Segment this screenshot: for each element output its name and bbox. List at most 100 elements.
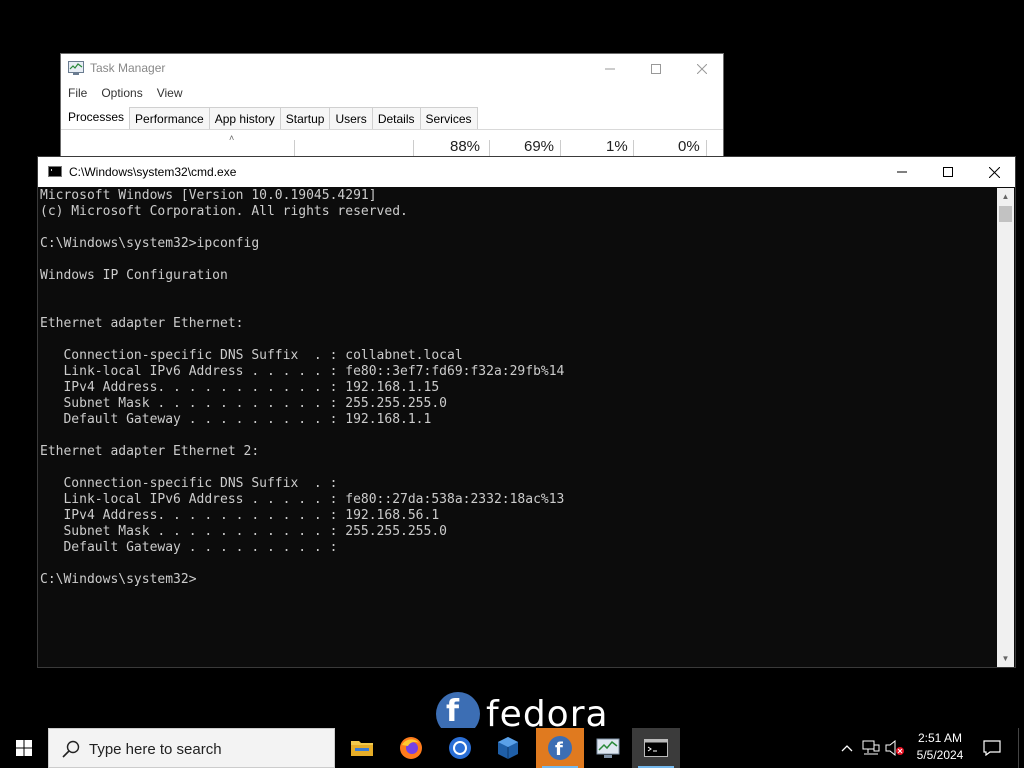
virtualbox-icon	[498, 737, 518, 759]
start-button[interactable]	[0, 728, 48, 768]
console-line: Link-local IPv6 Address . . . . . : fe80…	[40, 364, 565, 379]
console-line: Subnet Mask . . . . . . . . . . . : 255.…	[40, 524, 447, 539]
console-line: IPv4 Address. . . . . . . . . . . : 192.…	[40, 380, 440, 395]
cmd-title: C:\Windows\system32\cmd.exe	[69, 165, 237, 179]
console-line: Default Gateway . . . . . . . . . :	[40, 540, 338, 555]
svg-text:f: f	[555, 739, 563, 760]
scroll-up-arrow-icon[interactable]: ▲	[997, 188, 1014, 205]
console-line: Ethernet adapter Ethernet:	[40, 316, 244, 331]
maximize-button[interactable]	[633, 54, 679, 84]
memory-column-header[interactable]: 69%	[524, 138, 554, 155]
cmd-maximize-button[interactable]	[925, 157, 971, 187]
minimize-icon	[897, 171, 907, 173]
task-manager-tabs: Processes Performance App history Startu…	[62, 107, 478, 129]
task-manager-menu-bar: File Options View	[61, 84, 190, 106]
folder-icon	[351, 741, 373, 756]
taskbar-chrome[interactable]	[436, 728, 484, 768]
taskbar-search-box[interactable]: Type here to search	[48, 728, 335, 768]
cmd-icon	[48, 166, 62, 177]
clock-time: 2:51 AM	[917, 731, 963, 745]
task-manager-icon	[596, 738, 620, 758]
task-manager-window[interactable]: Task Manager File Options View Processes…	[60, 53, 724, 163]
firefox-icon	[400, 737, 422, 759]
close-icon	[697, 64, 707, 74]
volume-muted-icon	[885, 740, 904, 756]
menu-options[interactable]: Options	[94, 84, 149, 106]
console-line: Subnet Mask . . . . . . . . . . . : 255.…	[40, 396, 447, 411]
sort-chevron-icon: ˄	[229, 133, 235, 143]
action-center-button[interactable]	[978, 728, 1006, 768]
command-prompt-icon	[644, 739, 668, 757]
console-output[interactable]: Microsoft Windows [Version 10.0.19045.42…	[40, 188, 998, 666]
windows-logo-icon	[16, 740, 32, 756]
show-hidden-icons-button[interactable]	[836, 728, 858, 768]
console-line: Link-local IPv6 Address . . . . . : fe80…	[40, 492, 565, 507]
console-line: Connection-specific DNS Suffix . :	[40, 476, 338, 491]
chrome-icon	[449, 737, 471, 759]
console-line: Microsoft Windows [Version 10.0.19045.42…	[40, 188, 377, 203]
network-icon	[862, 740, 880, 755]
tab-divider	[61, 129, 723, 130]
cmd-close-button[interactable]	[971, 157, 1017, 187]
console-line: Connection-specific DNS Suffix . : colla…	[40, 348, 463, 363]
tab-details[interactable]: Details	[371, 107, 421, 129]
console-line: Windows IP Configuration	[40, 268, 228, 283]
tab-services[interactable]: Services	[419, 107, 478, 129]
network-tray-button[interactable]	[860, 728, 882, 768]
vertical-scrollbar[interactable]: ▲ ▼	[997, 188, 1014, 667]
tab-performance[interactable]: Performance	[129, 107, 210, 129]
taskbar-fedora-media-writer[interactable]: f	[536, 728, 584, 768]
scroll-down-arrow-icon[interactable]: ▼	[997, 650, 1014, 667]
task-manager-title: Task Manager	[90, 61, 166, 75]
search-placeholder: Type here to search	[89, 741, 222, 758]
tab-processes[interactable]: Processes	[62, 107, 131, 129]
network-column-header[interactable]: 0%	[678, 138, 700, 155]
task-manager-titlebar[interactable]: Task Manager	[61, 54, 723, 84]
chevron-up-icon	[841, 745, 853, 752]
taskbar-firefox[interactable]	[387, 728, 435, 768]
console-line: (c) Microsoft Corporation. All rights re…	[40, 204, 408, 219]
show-desktop-button[interactable]	[1018, 728, 1024, 768]
cmd-minimize-button[interactable]	[879, 157, 925, 187]
console-line: C:\Windows\system32>	[40, 572, 197, 587]
console-line: Ethernet adapter Ethernet 2:	[40, 444, 260, 459]
close-button[interactable]	[679, 54, 725, 84]
taskbar-file-explorer[interactable]	[338, 728, 386, 768]
minimize-button[interactable]	[587, 54, 633, 84]
taskbar-virtualbox[interactable]	[484, 728, 532, 768]
taskbar-clock[interactable]: 2:51 AM 5/5/2024	[904, 730, 976, 766]
cmd-titlebar[interactable]: C:\Windows\system32\cmd.exe	[38, 157, 1015, 187]
taskbar: Type here to search f 2:51 AM 5/5/2024	[0, 728, 1024, 768]
tab-users[interactable]: Users	[329, 107, 373, 129]
cpu-column-header[interactable]: 88%	[450, 138, 480, 155]
notification-icon	[983, 740, 1001, 756]
tab-app-history[interactable]: App history	[208, 107, 281, 129]
console-line: IPv4 Address. . . . . . . . . . . : 192.…	[40, 508, 440, 523]
maximize-icon	[651, 64, 661, 74]
clock-date: 5/5/2024	[916, 748, 964, 762]
tab-startup[interactable]: Startup	[279, 107, 331, 129]
minimize-icon	[605, 68, 615, 70]
taskbar-command-prompt[interactable]	[632, 728, 680, 768]
maximize-icon	[943, 167, 953, 177]
menu-file[interactable]: File	[61, 84, 94, 106]
taskbar-task-manager[interactable]	[584, 728, 632, 768]
search-icon	[62, 740, 80, 758]
scroll-thumb[interactable]	[999, 206, 1012, 222]
console-line: C:\Windows\system32>ipconfig	[40, 236, 260, 251]
task-manager-icon	[68, 61, 84, 75]
console-line: Default Gateway . . . . . . . . . : 192.…	[40, 412, 432, 427]
cmd-window[interactable]: C:\Windows\system32\cmd.exe Microsoft Wi…	[37, 156, 1016, 668]
disk-column-header[interactable]: 1%	[606, 138, 628, 155]
close-icon	[988, 166, 1000, 178]
volume-tray-button[interactable]	[884, 728, 906, 768]
menu-view[interactable]: View	[150, 84, 190, 106]
